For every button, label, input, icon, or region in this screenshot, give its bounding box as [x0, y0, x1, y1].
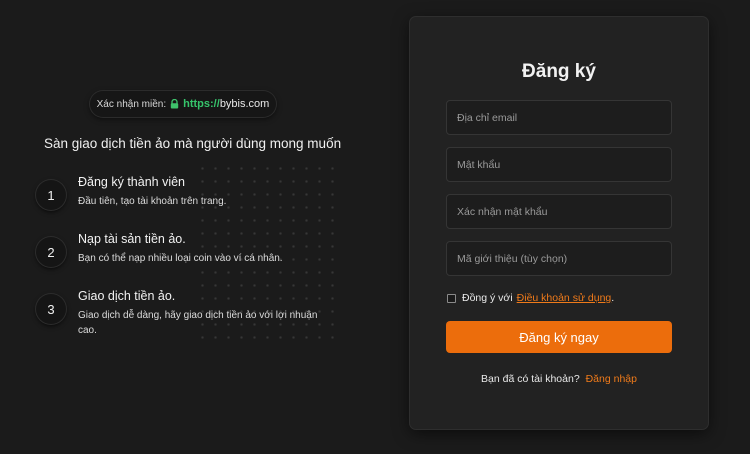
login-link[interactable]: Đăng nhập — [586, 373, 637, 385]
step-description: Giao dịch dễ dàng, hãy giao dịch tiền ảo… — [78, 310, 318, 336]
password-input[interactable] — [446, 147, 672, 182]
terms-agreement: Đồng ý với Điều khoản sử dụng . — [447, 292, 614, 304]
login-prompt: Bạn đã có tài khoản? Đăng nhập — [410, 373, 708, 385]
terms-checkbox[interactable] — [447, 293, 456, 303]
register-title: Đăng ký — [522, 61, 596, 82]
email-input[interactable] — [446, 100, 672, 135]
register-now-button[interactable]: Đăng ký ngay — [446, 321, 672, 353]
step-number: 2 — [36, 237, 66, 267]
lock-icon — [170, 99, 179, 109]
verify-label: Xác nhận miền: — [96, 98, 167, 110]
step-1: 1 Đăng ký thành viên Đầu tiên, tạo tài k… — [36, 175, 226, 210]
step-description: Đầu tiên, tạo tài khoản trên trang. — [78, 196, 227, 207]
step-title: Nạp tài sản tiền ảo. — [78, 232, 186, 246]
verify-url-scheme: https:// — [183, 98, 220, 110]
agree-label: Đồng ý với — [462, 292, 513, 304]
tagline: Sàn giao dịch tiền ảo mà người dùng mong… — [44, 136, 342, 151]
have-account-text: Bạn đã có tài khoản? — [481, 373, 580, 385]
register-page: Xác nhận miền: https:// bybis.com Sàn gi… — [0, 0, 750, 454]
step-title: Đăng ký thành viên — [78, 175, 186, 189]
step-2: 2 Nạp tài sản tiền ảo. Bạn có thể nạp nh… — [36, 232, 283, 267]
register-card: Đăng ký Đồng ý với Điều khoản sử dụng . … — [410, 17, 708, 429]
step-title: Giao dịch tiền ảo. — [78, 289, 176, 303]
step-3: 3 Giao dịch tiền ảo. Giao dịch dễ dàng, … — [36, 289, 317, 336]
domain-verification-badge: Xác nhận miền: https:// bybis.com — [90, 91, 276, 117]
step-description: Bạn có thể nạp nhiều loại coin vào ví cá… — [78, 253, 283, 264]
terms-link[interactable]: Điều khoản sử dụng — [517, 292, 612, 304]
referral-code-input[interactable] — [446, 241, 672, 276]
confirm-password-input[interactable] — [446, 194, 672, 229]
step-number: 1 — [36, 180, 66, 210]
step-number: 3 — [36, 294, 66, 324]
verify-url-host: bybis.com — [219, 98, 270, 110]
agree-suffix: . — [611, 292, 615, 304]
